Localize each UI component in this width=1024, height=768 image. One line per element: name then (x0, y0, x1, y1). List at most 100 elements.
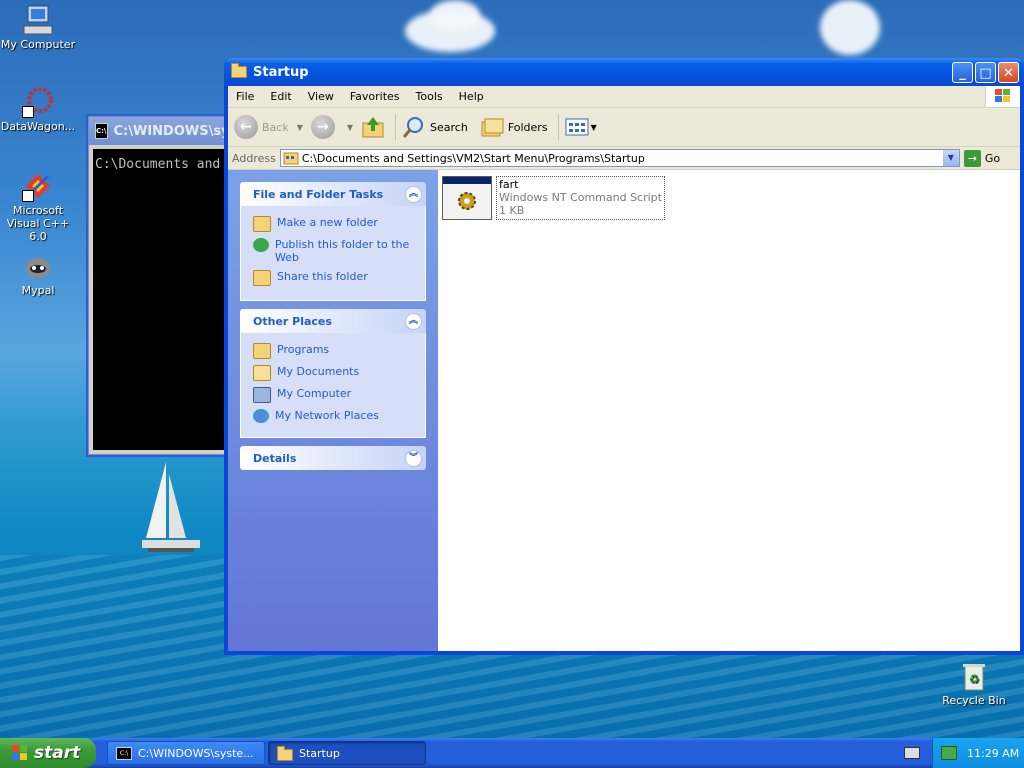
file-folder-tasks-header[interactable]: File and Folder Tasks ︽ (240, 182, 426, 206)
programs-folder-icon (253, 343, 271, 359)
desktop-icon-recycle-bin[interactable]: ♻ Recycle Bin (936, 660, 1012, 707)
desktop-icon-label: DataWagon... (0, 120, 76, 133)
place-label: My Documents (277, 365, 360, 378)
address-input[interactable]: C:\Documents and Settings\VM2\Start Menu… (279, 149, 960, 167)
views-button[interactable]: ▼ (565, 117, 597, 137)
window-title: Startup (253, 64, 309, 80)
menu-help[interactable]: Help (451, 90, 492, 103)
datawagon-shortcut-icon (22, 86, 54, 118)
folder-address-icon (283, 152, 299, 165)
other-places-panel: Other Places ︽ Programs My Documents My … (240, 309, 426, 438)
command-prompt-icon: C:\ (116, 746, 132, 760)
back-arrow-icon: ← (234, 115, 258, 139)
go-button[interactable]: → Go (963, 149, 1001, 167)
collapse-chevron-icon[interactable]: ︽ (405, 185, 422, 203)
task-make-new-folder[interactable]: Make a new folder (253, 216, 417, 232)
cloud (430, 0, 480, 30)
explorer-title-bar[interactable]: Startup _ □ ✕ (224, 58, 1024, 86)
task-label: Publish this folder to the Web (275, 238, 410, 264)
cloud (820, 0, 880, 55)
taskbar: start C:\ C:\WINDOWS\syste... Startup 11… (0, 738, 1024, 768)
explorer-window[interactable]: Startup _ □ ✕ File Edit View Favorites T… (224, 58, 1024, 655)
up-folder-button[interactable] (361, 115, 385, 139)
desktop-icon-label: My Computer (0, 38, 76, 51)
details-header[interactable]: Details ︾ (240, 446, 426, 470)
place-my-documents[interactable]: My Documents (253, 365, 417, 381)
desktop-icon-label: Mypal (21, 284, 55, 297)
file-item[interactable]: fart Windows NT Command Script 1 KB (442, 176, 665, 220)
forward-button[interactable]: → (310, 115, 339, 139)
close-button[interactable]: ✕ (998, 62, 1019, 83)
back-dropdown-icon[interactable]: ▼ (297, 123, 303, 132)
start-button[interactable]: start (0, 738, 96, 768)
expand-chevron-icon[interactable]: ︾ (405, 449, 422, 467)
place-label: Programs (277, 343, 330, 356)
task-share-folder[interactable]: Share this folder (253, 270, 417, 286)
desktop-icon-label: Microsoft Visual C++ 6.0 (6, 204, 70, 243)
place-label: My Network Places (275, 409, 379, 422)
file-folder-tasks-panel: File and Folder Tasks ︽ Make a new folde… (240, 182, 426, 301)
taskbar-button-startup[interactable]: Startup (268, 741, 426, 765)
panel-title: Details (253, 451, 297, 465)
minimize-button[interactable]: _ (952, 62, 973, 83)
taskbar-button-console[interactable]: C:\ C:\WINDOWS\syste... (107, 741, 265, 765)
start-label: start (34, 743, 81, 763)
place-my-computer[interactable]: My Computer (253, 387, 417, 403)
go-label: Go (984, 151, 1001, 165)
toolbar-separator (557, 114, 559, 140)
desktop-icon-visual-cpp[interactable]: Microsoft Visual C++ 6.0 (0, 170, 76, 243)
place-label: My Computer (277, 387, 352, 400)
folders-label: Folders (507, 120, 548, 134)
panel-title: Other Places (253, 314, 332, 328)
publish-web-icon (253, 238, 269, 252)
task-label: Share this folder (277, 270, 368, 283)
menu-edit[interactable]: Edit (262, 90, 299, 103)
windows-flag-icon (995, 89, 1011, 104)
console-output[interactable]: C:\Documents and (93, 149, 239, 450)
go-arrow-icon: → (963, 149, 981, 167)
collapse-chevron-icon[interactable]: ︽ (405, 312, 422, 330)
network-places-icon (253, 409, 269, 423)
place-my-network-places[interactable]: My Network Places (253, 409, 417, 423)
folders-button[interactable]: Folders (480, 116, 548, 138)
task-label: Make a new folder (277, 216, 378, 229)
console-window[interactable]: C:\ C:\WINDOWS\syst C:\Documents and (88, 116, 244, 455)
file-list-view[interactable]: fart Windows NT Command Script 1 KB (438, 170, 1020, 651)
desktop-icon-mypal[interactable]: Mypal (0, 250, 76, 297)
back-button[interactable]: ← Back (234, 115, 289, 139)
taskbar-button-label: Startup (299, 746, 340, 760)
new-folder-icon (253, 216, 271, 232)
menu-view[interactable]: View (300, 90, 342, 103)
forward-dropdown-icon[interactable]: ▼ (347, 123, 353, 132)
recycle-bin-icon: ♻ (958, 660, 990, 692)
desktop-icon-datawagon[interactable]: DataWagon... (0, 86, 76, 133)
clock[interactable]: 11:29 AM (967, 747, 1019, 760)
address-dropdown-icon[interactable]: ▼ (942, 150, 959, 166)
my-computer-small-icon (253, 387, 271, 403)
place-programs[interactable]: Programs (253, 343, 417, 359)
console-title-bar[interactable]: C:\ C:\WINDOWS\syst (89, 117, 244, 145)
search-button[interactable]: Search (402, 115, 468, 139)
forward-arrow-icon: → (310, 115, 335, 139)
shortcut-arrow-icon (22, 106, 34, 118)
standard-toolbar: ← Back ▼ → ▼ Search Folders ▼ (228, 108, 1020, 147)
menu-file[interactable]: File (228, 90, 262, 103)
maximize-button[interactable]: □ (975, 62, 996, 83)
shortcut-arrow-icon (22, 190, 34, 202)
sailboat-image (142, 462, 200, 552)
folder-icon (231, 63, 247, 78)
network-icon[interactable] (941, 746, 957, 760)
folders-icon (481, 118, 504, 137)
windows-logo (985, 86, 1020, 107)
menu-tools[interactable]: Tools (408, 90, 451, 103)
desktop-icon-my-computer[interactable]: My Computer (0, 4, 76, 51)
menu-favorites[interactable]: Favorites (342, 90, 408, 103)
search-icon (402, 117, 424, 138)
task-publish-to-web[interactable]: Publish this folder to the Web (253, 238, 417, 264)
toolbar-separator (395, 114, 397, 140)
windows-flag-icon (12, 745, 28, 761)
visual-cpp-shortcut-icon (22, 170, 54, 202)
keyboard-icon[interactable] (904, 747, 920, 759)
other-places-header[interactable]: Other Places ︽ (240, 309, 426, 333)
panel-title: File and Folder Tasks (253, 187, 384, 201)
